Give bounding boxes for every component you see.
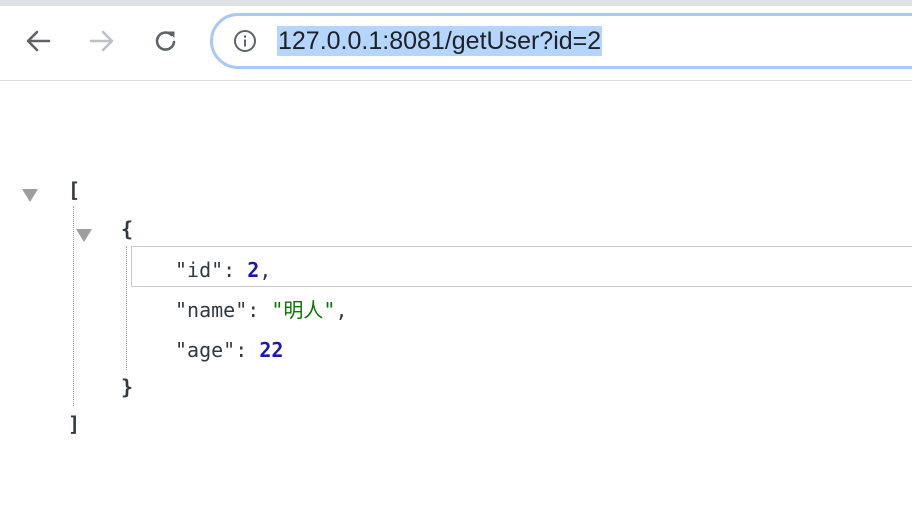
field-key: "age" xyxy=(175,338,236,362)
json-field-id[interactable]: "id": 2, xyxy=(175,256,271,284)
reload-icon xyxy=(155,31,176,51)
field-key: "name" xyxy=(175,298,248,322)
field-comma: , xyxy=(335,298,348,322)
array-indent-guide xyxy=(73,206,74,406)
browser-toolbar: 127.0.0.1:8081/getUser?id=2 xyxy=(0,0,912,81)
field-value: 2 xyxy=(247,258,260,282)
address-bar[interactable]: 127.0.0.1:8081/getUser?id=2 xyxy=(210,13,912,69)
back-button[interactable] xyxy=(20,23,56,59)
field-value: 22 xyxy=(259,338,284,362)
object-open-brace: { xyxy=(121,217,134,241)
object-indent-guide xyxy=(126,246,127,370)
info-icon[interactable] xyxy=(233,29,257,53)
collapse-object-toggle[interactable] xyxy=(76,229,92,242)
object-close-brace: } xyxy=(121,375,134,399)
url-text[interactable]: 127.0.0.1:8081/getUser?id=2 xyxy=(277,26,603,56)
json-field-age[interactable]: "age": 22 xyxy=(175,336,283,364)
reload-button[interactable] xyxy=(148,23,184,59)
arrow-left-icon xyxy=(26,30,51,52)
tab-strip-edge xyxy=(0,0,912,6)
field-comma: , xyxy=(259,258,272,282)
json-field-name[interactable]: "name": "明人", xyxy=(175,296,347,324)
arrow-right-icon xyxy=(89,30,114,52)
array-open-bracket: [ xyxy=(68,178,81,202)
field-separator: : xyxy=(247,298,272,322)
json-viewer: [ { "id": 2, "name": "明人", "age": 22 } ] xyxy=(0,81,912,526)
field-separator: : xyxy=(223,258,248,282)
field-value: "明人" xyxy=(271,298,336,322)
array-close-bracket: ] xyxy=(68,412,81,436)
field-separator: : xyxy=(235,338,260,362)
field-key: "id" xyxy=(175,258,224,282)
collapse-array-toggle[interactable] xyxy=(22,189,38,202)
forward-button[interactable] xyxy=(84,23,120,59)
